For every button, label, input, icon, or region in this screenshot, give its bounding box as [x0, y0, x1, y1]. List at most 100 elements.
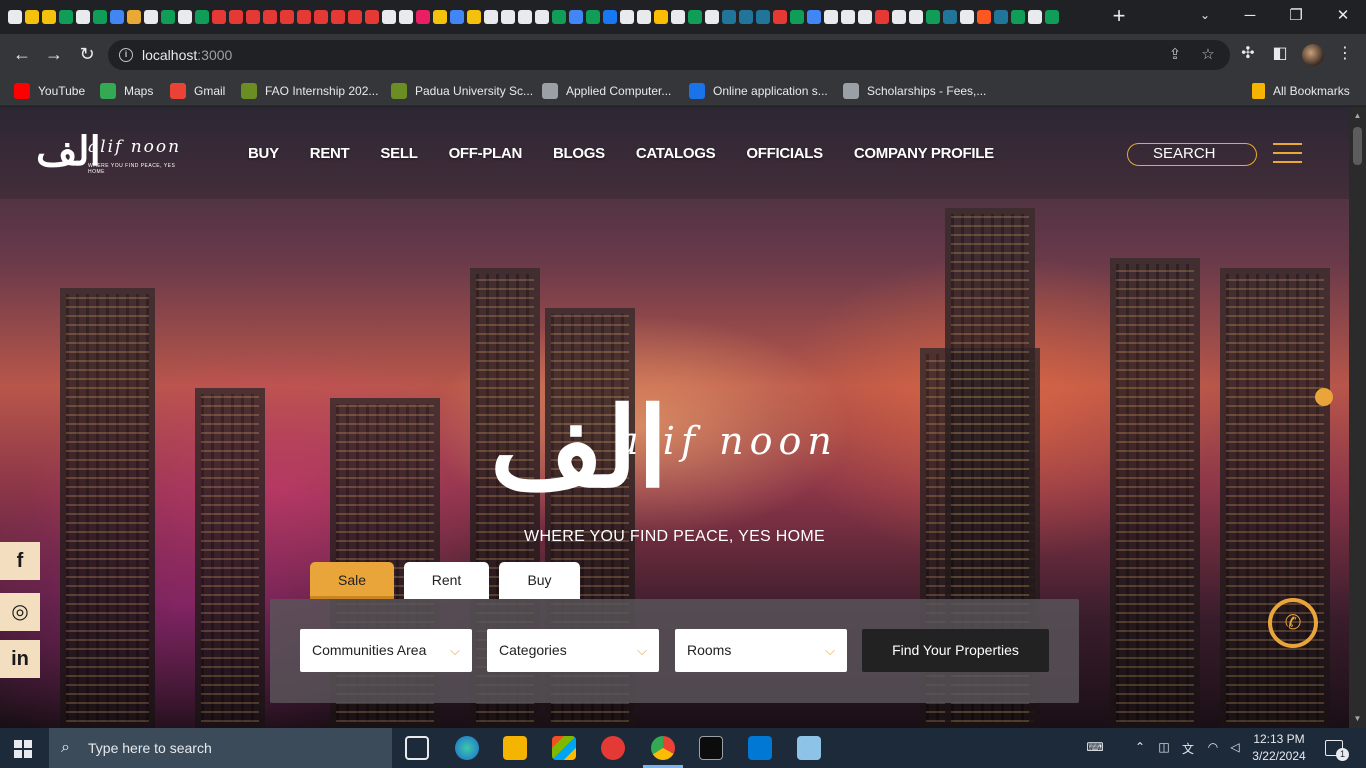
tab-favicon[interactable]: [960, 10, 974, 24]
tab-favicon[interactable]: [331, 10, 345, 24]
tab-favicon[interactable]: [8, 10, 22, 24]
tab-favicon[interactable]: [722, 10, 736, 24]
menu-sell[interactable]: SELL: [380, 145, 417, 162]
tab-favicon[interactable]: [841, 10, 855, 24]
all-bookmarks[interactable]: All Bookmarks: [1252, 81, 1350, 101]
categories-dropdown[interactable]: Categories ⌵: [487, 629, 659, 672]
communities-dropdown[interactable]: Communities Area ⌵: [300, 629, 472, 672]
vscode-icon[interactable]: [748, 736, 772, 760]
bookmark-maps[interactable]: Maps: [100, 81, 153, 101]
menu-buy[interactable]: BUY: [248, 145, 279, 162]
tab-favicon[interactable]: [977, 10, 991, 24]
site-search-button[interactable]: SEARCH: [1127, 143, 1257, 166]
notepad-icon[interactable]: [797, 736, 821, 760]
microsoft-store-icon[interactable]: [552, 736, 576, 760]
tab-favicon[interactable]: [756, 10, 770, 24]
meet-now-icon[interactable]: ◫: [1155, 740, 1173, 756]
tab-favicon[interactable]: [824, 10, 838, 24]
tab-favicon[interactable]: [280, 10, 294, 24]
volume-icon[interactable]: ◁: [1226, 740, 1244, 756]
tab-favicon[interactable]: [178, 10, 192, 24]
tab-favicon[interactable]: [127, 10, 141, 24]
tab-favicon[interactable]: [93, 10, 107, 24]
minimize-icon[interactable]: ─: [1238, 6, 1262, 28]
bookmark-gmail[interactable]: Gmail: [170, 81, 225, 101]
windows-start-icon[interactable]: [14, 740, 32, 758]
tab-search-icon[interactable]: ⌄: [1196, 8, 1214, 26]
restore-icon[interactable]: ❐: [1284, 6, 1308, 28]
task-view-icon[interactable]: [405, 736, 429, 760]
ime-icon[interactable]: 文: [1179, 740, 1197, 756]
scroll-up-icon[interactable]: ▲: [1353, 111, 1362, 120]
tab-favicon[interactable]: [450, 10, 464, 24]
keyboard-icon[interactable]: ⌨: [1086, 740, 1104, 756]
hamburger-menu-icon[interactable]: [1273, 143, 1302, 165]
side-panel-icon[interactable]: ◧: [1269, 44, 1291, 66]
clock[interactable]: 12:13 PM 3/22/2024: [1244, 731, 1314, 765]
bookmark-online-application[interactable]: Online application s...: [689, 81, 828, 101]
share-icon[interactable]: ⇪: [1166, 46, 1184, 64]
tab-favicon[interactable]: [569, 10, 583, 24]
tab-favicon[interactable]: [773, 10, 787, 24]
tab-favicon[interactable]: [535, 10, 549, 24]
tab-favicon[interactable]: [858, 10, 872, 24]
tab-favicon[interactable]: [246, 10, 260, 24]
profile-avatar[interactable]: [1302, 44, 1324, 66]
tab-favicon[interactable]: [484, 10, 498, 24]
close-icon[interactable]: ✕: [1331, 6, 1355, 28]
extensions-icon[interactable]: ✣: [1237, 44, 1259, 66]
tab-favicon[interactable]: [501, 10, 515, 24]
page-scrollbar[interactable]: ▲ ▼: [1349, 107, 1366, 728]
chrome-icon[interactable]: [643, 736, 683, 768]
bookmark-padua[interactable]: Padua University Sc...: [391, 81, 533, 101]
tab-buy[interactable]: Buy: [499, 562, 580, 599]
tab-favicon[interactable]: [42, 10, 56, 24]
wps-office-icon[interactable]: [601, 736, 625, 760]
tab-favicon[interactable]: [1045, 10, 1059, 24]
tab-favicon[interactable]: [739, 10, 753, 24]
bookmark-fao[interactable]: FAO Internship 202...: [241, 81, 378, 101]
menu-company-profile[interactable]: COMPANY PROFILE: [854, 145, 994, 162]
menu-off-plan[interactable]: OFF-PLAN: [449, 145, 523, 162]
menu-dots-icon[interactable]: ⋮: [1334, 44, 1356, 66]
tab-favicon[interactable]: [365, 10, 379, 24]
tab-favicon[interactable]: [790, 10, 804, 24]
whatsapp-icon[interactable]: ✆: [1268, 598, 1318, 648]
forward-icon[interactable]: →: [42, 43, 66, 67]
tab-favicon[interactable]: [926, 10, 940, 24]
url-text[interactable]: localhost:3000: [142, 47, 232, 63]
tab-favicon[interactable]: [620, 10, 634, 24]
site-info-icon[interactable]: i: [119, 48, 133, 62]
notification-icon[interactable]: 1: [1325, 740, 1349, 761]
tab-favicon[interactable]: [399, 10, 413, 24]
tab-favicon[interactable]: [229, 10, 243, 24]
menu-officials[interactable]: OFFICIALS: [746, 145, 823, 162]
tab-favicon[interactable]: [348, 10, 362, 24]
menu-catalogs[interactable]: CATALOGS: [636, 145, 716, 162]
bookmark-applied-computer[interactable]: Applied Computer...: [542, 81, 671, 101]
tab-favicon[interactable]: [637, 10, 651, 24]
tab-favicon[interactable]: [943, 10, 957, 24]
tab-favicon[interactable]: [586, 10, 600, 24]
tab-favicon[interactable]: [875, 10, 889, 24]
scroll-down-icon[interactable]: ▼: [1353, 714, 1362, 723]
reload-icon[interactable]: ↻: [75, 43, 99, 67]
tab-favicon[interactable]: [671, 10, 685, 24]
edge-icon[interactable]: [455, 736, 479, 760]
tab-favicon[interactable]: [59, 10, 73, 24]
instagram-icon[interactable]: ◎: [0, 593, 40, 631]
tab-favicon[interactable]: [654, 10, 668, 24]
tab-favicon[interactable]: [994, 10, 1008, 24]
tab-favicon[interactable]: [195, 10, 209, 24]
file-explorer-icon[interactable]: [503, 736, 527, 760]
tab-favicon[interactable]: [909, 10, 923, 24]
tab-favicon[interactable]: [705, 10, 719, 24]
site-logo[interactable]: الف alif noon WHERE YOU FIND PEACE, YES …: [36, 127, 186, 179]
tab-favicon[interactable]: [76, 10, 90, 24]
rooms-dropdown[interactable]: Rooms ⌵: [675, 629, 847, 672]
tab-favicon[interactable]: [297, 10, 311, 24]
bookmark-scholarships[interactable]: Scholarships - Fees,...: [843, 81, 986, 101]
scroll-thumb[interactable]: [1353, 127, 1362, 165]
tab-favicon[interactable]: [807, 10, 821, 24]
back-icon[interactable]: ←: [10, 43, 34, 67]
